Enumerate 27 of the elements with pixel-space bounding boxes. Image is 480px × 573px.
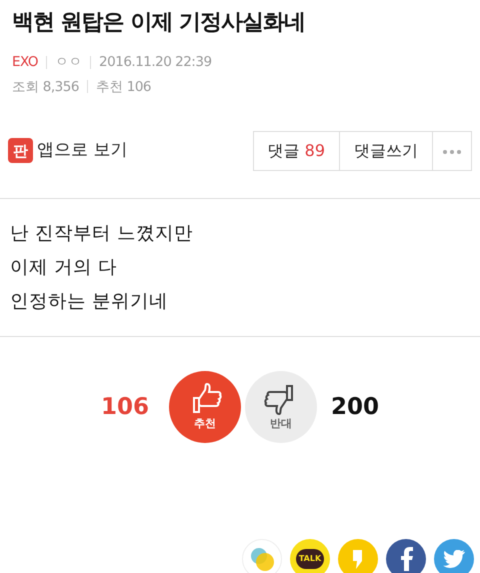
author-name: ㅇㅇ xyxy=(55,54,82,70)
twitter-share-button[interactable] xyxy=(434,538,474,573)
up-vote-count: 106 xyxy=(100,392,149,422)
post-datetime: 2016.11.20 22:39 xyxy=(99,54,212,70)
app-view-link[interactable]: 앱으로 보기 xyxy=(37,138,128,164)
kakaostory-share-button[interactable] xyxy=(338,538,378,573)
post-title: 백현 원탑은 이제 기정사실화네 xyxy=(11,9,306,36)
facebook-share-button[interactable] xyxy=(386,538,426,573)
down-vote-count: 200 xyxy=(331,392,380,422)
more-button[interactable] xyxy=(432,130,472,171)
write-comment-button[interactable]: 댓글쓰기 xyxy=(339,130,433,171)
body-text-line: 난 진작부터 느꼈지만 xyxy=(10,222,194,246)
ellipsis-icon xyxy=(443,150,461,154)
oppose-button[interactable]: 반대 xyxy=(245,370,317,443)
view-count: 조회 8,356 xyxy=(12,78,79,95)
body-text-line: 인정하는 분위기네 xyxy=(10,290,169,314)
facebook-icon xyxy=(399,546,413,571)
bird-icon xyxy=(443,550,465,568)
comments-button[interactable]: 댓글 89 xyxy=(252,130,340,171)
overlapping-circles-icon xyxy=(249,546,275,572)
share-button[interactable] xyxy=(242,538,282,573)
kakaotalk-share-button[interactable]: TALK xyxy=(290,538,330,573)
app-logo-icon: 판 xyxy=(8,138,33,164)
recommend-button[interactable]: 추천 xyxy=(169,370,241,443)
category-link[interactable]: EXO xyxy=(12,54,38,70)
body-text-line: 이제 거의 다 xyxy=(10,256,118,280)
recommend-count: 추천 106 xyxy=(96,78,152,95)
